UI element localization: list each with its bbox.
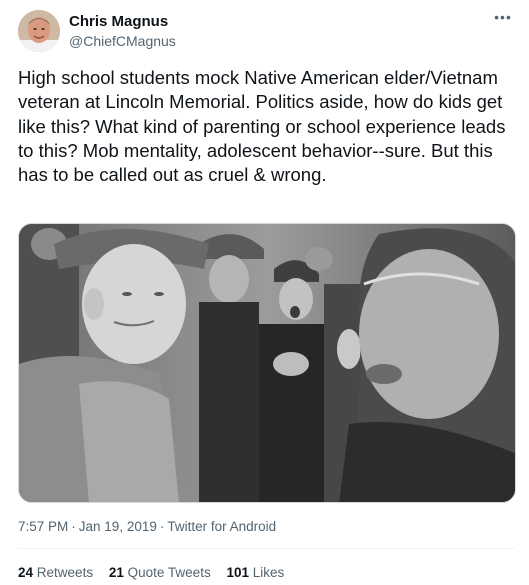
tweet-meta: 7:57 PM · Jan 19, 2019 · Twitter for Android bbox=[18, 518, 276, 536]
likes-stat[interactable]: 101 Likes bbox=[226, 564, 284, 582]
author-display-name[interactable]: Chris Magnus bbox=[69, 13, 176, 31]
avatar-image bbox=[18, 10, 60, 52]
divider bbox=[18, 548, 515, 549]
tweet-header: Chris Magnus @ChiefCMagnus ••• bbox=[18, 10, 515, 54]
tweet-text: High school students mock Native America… bbox=[18, 67, 506, 186]
avatar[interactable] bbox=[18, 10, 60, 52]
author-handle[interactable]: @ChiefCMagnus bbox=[69, 31, 176, 51]
tweet-time[interactable]: 7:57 PM bbox=[18, 519, 68, 534]
tweet-stats: 24 Retweets 21 Quote Tweets 101 Likes bbox=[18, 564, 296, 582]
retweets-stat[interactable]: 24 Retweets bbox=[18, 564, 93, 582]
tweet-date[interactable]: Jan 19, 2019 bbox=[79, 519, 157, 534]
retweets-label: Retweets bbox=[36, 565, 94, 580]
tweet-photo[interactable] bbox=[18, 223, 516, 503]
quotes-label: Quote Tweets bbox=[127, 565, 211, 580]
quotes-stat[interactable]: 21 Quote Tweets bbox=[109, 564, 211, 582]
quotes-count: 21 bbox=[108, 565, 124, 580]
retweets-count: 24 bbox=[18, 565, 34, 580]
tweet-source[interactable]: Twitter for Android bbox=[167, 519, 276, 534]
meta-separator: · bbox=[71, 519, 76, 534]
more-options-icon[interactable]: ••• bbox=[491, 10, 515, 28]
meta-separator: · bbox=[159, 519, 165, 534]
author-names: Chris Magnus @ChiefCMagnus bbox=[69, 13, 176, 51]
photo-image bbox=[19, 224, 515, 502]
likes-label: Likes bbox=[252, 565, 285, 580]
tweet-card: Chris Magnus @ChiefCMagnus ••• High scho… bbox=[0, 0, 529, 585]
likes-count: 101 bbox=[226, 565, 249, 580]
